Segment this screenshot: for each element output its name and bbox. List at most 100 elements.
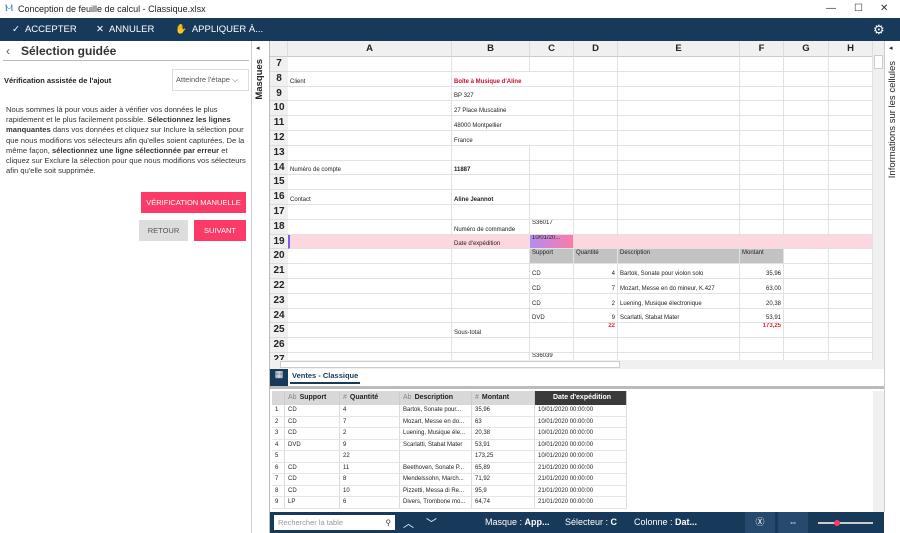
cell-E16[interactable] xyxy=(618,190,740,205)
cell-C15[interactable] xyxy=(530,175,574,191)
table-cell[interactable] xyxy=(400,451,472,463)
row-header[interactable]: 24 xyxy=(270,308,288,324)
table-header[interactable]: Date d'expédition xyxy=(535,391,627,405)
cell-A10[interactable] xyxy=(288,101,452,117)
cell-C10[interactable] xyxy=(530,101,574,117)
table-cell[interactable]: LP xyxy=(285,497,340,509)
table-cell[interactable]: CD xyxy=(285,485,340,497)
table-cell[interactable]: 10/01/2020 00:00:00 xyxy=(535,439,627,451)
row-header[interactable]: 19 xyxy=(270,234,288,250)
row-header[interactable]: 7 xyxy=(270,57,288,72)
table-cell[interactable]: 53,91 xyxy=(472,439,535,451)
cell-F19[interactable] xyxy=(740,234,784,250)
cell-A20[interactable] xyxy=(288,249,452,265)
table-cell[interactable]: Mendelssohn, March... xyxy=(400,474,472,486)
table-header[interactable]: Ab Support xyxy=(285,391,340,405)
cell-C18[interactable]: S36017 xyxy=(530,219,574,235)
table-scrollbar[interactable] xyxy=(873,391,884,512)
cell-E23[interactable]: Luening, Musique électronique xyxy=(618,293,740,309)
close-button[interactable]: ✕ xyxy=(880,0,888,18)
table-cell[interactable]: 71,92 xyxy=(472,474,535,486)
cell-H18[interactable] xyxy=(829,219,873,235)
cell-C17[interactable] xyxy=(530,205,574,220)
cell-E21[interactable]: Bartok, Sonate pour violon solo xyxy=(618,264,740,279)
cancel-button[interactable]: ✕ ANNULER xyxy=(96,18,154,41)
cell-G21[interactable] xyxy=(784,264,829,279)
cell-B7[interactable] xyxy=(452,57,530,72)
cell-H11[interactable] xyxy=(829,116,873,131)
cell-G10[interactable] xyxy=(784,101,829,117)
row-header[interactable]: 11 xyxy=(270,116,288,131)
cell-D8[interactable] xyxy=(574,71,618,87)
cell-F27[interactable] xyxy=(740,353,784,360)
cell-H17[interactable] xyxy=(829,205,873,220)
cell-E7[interactable] xyxy=(618,57,740,72)
cell-A7[interactable] xyxy=(288,57,452,72)
cell-G8[interactable] xyxy=(784,71,829,87)
cell-B22[interactable] xyxy=(452,279,530,294)
accept-button[interactable]: ✓ ACCEPTER xyxy=(12,18,77,41)
cell-B14[interactable]: 11887 xyxy=(452,160,530,176)
table-cell[interactable]: 10/01/2020 00:00:00 xyxy=(535,428,627,440)
cell-F9[interactable] xyxy=(740,86,784,102)
row-header[interactable]: 26 xyxy=(270,338,288,353)
cell-B15[interactable] xyxy=(452,175,530,191)
corner-cell[interactable] xyxy=(270,41,288,57)
cell-F18[interactable] xyxy=(740,219,784,235)
table-cell[interactable]: 95,9 xyxy=(472,485,535,497)
table-cell[interactable]: Bartok, Sonate pour... xyxy=(400,405,472,417)
cell-A23[interactable] xyxy=(288,293,452,309)
column-header-G[interactable]: G xyxy=(784,41,829,57)
cell-C20[interactable]: Support xyxy=(530,249,574,265)
table-cell[interactable]: DVD xyxy=(285,439,340,451)
cell-H25[interactable] xyxy=(829,323,873,339)
cell-F22[interactable]: 63,00 xyxy=(740,279,784,294)
cell-C14[interactable] xyxy=(530,160,574,176)
table-header[interactable]: # Montant xyxy=(472,391,535,405)
cell-D13[interactable] xyxy=(574,145,618,161)
cell-G15[interactable] xyxy=(784,175,829,191)
table-cell[interactable]: 2 xyxy=(340,428,400,440)
data-table[interactable]: Ab Support # Quantité Ab Description # Montant D… xyxy=(272,391,872,512)
cell-H26[interactable] xyxy=(829,338,873,353)
table-cell[interactable]: Mozart, Messe en do... xyxy=(400,416,472,428)
table-cell[interactable]: 21/01/2020 00:00:00 xyxy=(535,497,627,509)
table-cell[interactable]: 10/01/2020 00:00:00 xyxy=(535,405,627,417)
cell-F26[interactable] xyxy=(740,338,784,353)
back-button[interactable]: RETOUR xyxy=(139,220,188,241)
cell-F14[interactable] xyxy=(740,160,784,176)
row-header[interactable]: 12 xyxy=(270,131,288,146)
cell-E14[interactable] xyxy=(618,160,740,176)
cell-A17[interactable] xyxy=(288,205,452,220)
row-header[interactable]: 15 xyxy=(270,175,288,191)
cell-C9[interactable] xyxy=(530,86,574,102)
back-chevron-icon[interactable]: ‹ xyxy=(6,44,10,58)
table-cell[interactable]: 10/01/2020 00:00:00 xyxy=(535,416,627,428)
cell-B17[interactable] xyxy=(452,205,530,220)
table-cell[interactable]: CD xyxy=(285,462,340,474)
cell-info-panel-toggle[interactable]: ◂ Informations sur les cellules xyxy=(884,41,900,512)
cell-H21[interactable] xyxy=(829,264,873,279)
cell-D23[interactable]: 2 xyxy=(574,293,618,309)
cell-D18[interactable] xyxy=(574,219,618,235)
cell-A9[interactable] xyxy=(288,86,452,102)
cell-D26[interactable] xyxy=(574,338,618,353)
cell-E17[interactable] xyxy=(618,205,740,220)
cell-D21[interactable]: 4 xyxy=(574,264,618,279)
cell-G20[interactable] xyxy=(784,249,829,265)
cell-F17[interactable] xyxy=(740,205,784,220)
column-header-A[interactable]: A xyxy=(288,41,452,57)
cell-F11[interactable] xyxy=(740,116,784,131)
collapse-icon[interactable]: ◂ xyxy=(889,44,893,52)
row-header[interactable]: 17 xyxy=(270,205,288,220)
cell-B19[interactable]: Date d'expédition xyxy=(452,234,530,250)
table-cell[interactable]: 173,25 xyxy=(472,451,535,463)
next-arrow-icon[interactable]: ﹀ xyxy=(426,515,437,531)
column-header-H[interactable]: H xyxy=(829,41,873,57)
cell-C21[interactable]: CD xyxy=(530,264,574,279)
table-cell[interactable]: Pizzetti, Messa di Re... xyxy=(400,485,472,497)
cell-A18[interactable] xyxy=(288,219,452,235)
cell-D15[interactable] xyxy=(574,175,618,191)
cell-E18[interactable] xyxy=(618,219,740,235)
zoom-slider-handle[interactable] xyxy=(834,520,841,526)
